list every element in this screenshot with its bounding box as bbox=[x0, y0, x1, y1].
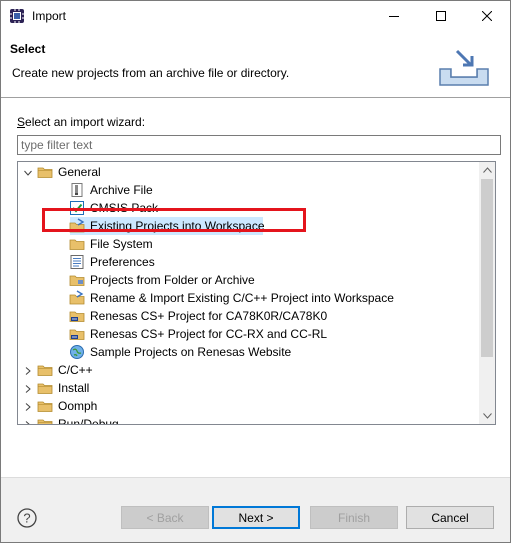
file-system-folder-icon bbox=[69, 236, 85, 252]
chevron-right-icon[interactable] bbox=[23, 383, 33, 393]
wizard-label-text: elect an import wizard: bbox=[25, 115, 146, 129]
tree-item-label: General bbox=[58, 165, 101, 179]
tree-item-label: Rename & Import Existing C/C++ Project i… bbox=[90, 291, 394, 305]
scroll-down-button[interactable] bbox=[479, 408, 495, 424]
archive-file-icon bbox=[69, 182, 85, 198]
chevron-down-icon[interactable] bbox=[23, 167, 33, 177]
folder-icon bbox=[37, 416, 53, 424]
tree-item[interactable]: Archive File bbox=[18, 181, 478, 199]
cancel-button[interactable]: Cancel bbox=[406, 506, 494, 529]
title-bar[interactable]: Import bbox=[1, 1, 510, 31]
folder-icon bbox=[37, 398, 53, 414]
tree-item-label: Sample Projects on Renesas Website bbox=[90, 345, 292, 359]
eclipse-app-icon bbox=[9, 8, 25, 24]
wizard-banner: Select Create new projects from an archi… bbox=[1, 31, 510, 98]
tree-category[interactable]: Oomph bbox=[18, 397, 478, 415]
tree-item[interactable]: Rename & Import Existing C/C++ Project i… bbox=[18, 289, 478, 307]
tree-category[interactable]: C/C++ bbox=[18, 361, 478, 379]
dialog-footer: ? < Back Next > Finish Cancel bbox=[1, 477, 510, 542]
tree-item-label: Projects from Folder or Archive bbox=[90, 273, 255, 287]
chevron-right-icon[interactable] bbox=[23, 401, 33, 411]
chevron-up-icon bbox=[482, 167, 492, 173]
import-dialog: Import Select Create new projects from a… bbox=[0, 0, 511, 543]
tree-item[interactable]: Projects from Folder or Archive bbox=[18, 271, 478, 289]
finish-button[interactable]: Finish bbox=[310, 506, 398, 529]
banner-description: Create new projects from an archive file… bbox=[12, 66, 290, 80]
help-icon[interactable]: ? bbox=[17, 508, 37, 528]
preferences-icon bbox=[69, 254, 85, 270]
tree-item[interactable]: Renesas CS+ Project for CA78K0R/CA78K0 bbox=[18, 307, 478, 325]
tree-item[interactable]: Sample Projects on Renesas Website bbox=[18, 343, 478, 361]
wizard-list-label: Select an import wizard: bbox=[17, 115, 145, 129]
svg-text:?: ? bbox=[23, 511, 30, 526]
annotation-highlight-box bbox=[42, 208, 306, 232]
folder-icon bbox=[37, 164, 53, 180]
tree-item-label: Oomph bbox=[58, 399, 98, 413]
minimize-button[interactable] bbox=[371, 1, 417, 31]
banner-title: Select bbox=[10, 42, 46, 56]
maximize-icon bbox=[436, 11, 446, 21]
scroll-thumb[interactable] bbox=[481, 179, 493, 357]
renesas-project-icon bbox=[69, 326, 85, 342]
tree-item-label: Archive File bbox=[90, 183, 153, 197]
projects-folder-icon bbox=[69, 272, 85, 288]
tree-item-label: Run/Debug bbox=[58, 417, 119, 425]
tree-item-label: Install bbox=[58, 381, 90, 395]
tree-item[interactable]: Preferences bbox=[18, 253, 478, 271]
tree-item-label: Preferences bbox=[90, 255, 155, 269]
tree-item-label: C/C++ bbox=[58, 363, 93, 377]
tree-item-label: Renesas CS+ Project for CC-RX and CC-RL bbox=[90, 327, 328, 341]
maximize-button[interactable] bbox=[418, 1, 464, 31]
chevron-right-icon[interactable] bbox=[23, 365, 33, 375]
tree-category[interactable]: General bbox=[18, 163, 478, 181]
tree-category[interactable]: Install bbox=[18, 379, 478, 397]
wizard-label-mnemonic: S bbox=[17, 115, 26, 129]
import-wizard-banner-icon bbox=[437, 47, 491, 87]
scroll-up-button[interactable] bbox=[479, 162, 495, 178]
tree-item-label: Renesas CS+ Project for CA78K0R/CA78K0 bbox=[90, 309, 328, 323]
folder-icon bbox=[37, 380, 53, 396]
tree-category[interactable]: Run/Debug bbox=[18, 415, 478, 425]
close-button[interactable] bbox=[464, 1, 510, 31]
tree-item[interactable]: File System bbox=[18, 235, 478, 253]
wizard-tree[interactable]: General Archive File CMSIS Pack Existing Pr… bbox=[17, 161, 496, 425]
tree-item[interactable]: Renesas CS+ Project for CC-RX and CC-RL bbox=[18, 325, 478, 343]
wizard-content: Select an import wizard: General Archive … bbox=[1, 98, 510, 476]
window-title: Import bbox=[32, 9, 67, 23]
folder-icon bbox=[37, 362, 53, 378]
tree-vertical-scrollbar[interactable] bbox=[479, 162, 495, 424]
back-button[interactable]: < Back bbox=[121, 506, 209, 529]
renesas-project-icon bbox=[69, 308, 85, 324]
tree-item-label: File System bbox=[90, 237, 153, 251]
chevron-right-icon[interactable] bbox=[23, 419, 33, 424]
rename-import-icon bbox=[69, 290, 85, 306]
close-icon bbox=[482, 11, 492, 21]
minimize-icon bbox=[389, 16, 399, 17]
next-button[interactable]: Next > bbox=[212, 506, 300, 529]
globe-icon bbox=[69, 344, 85, 360]
chevron-down-icon bbox=[482, 413, 492, 419]
filter-input[interactable] bbox=[17, 135, 501, 155]
